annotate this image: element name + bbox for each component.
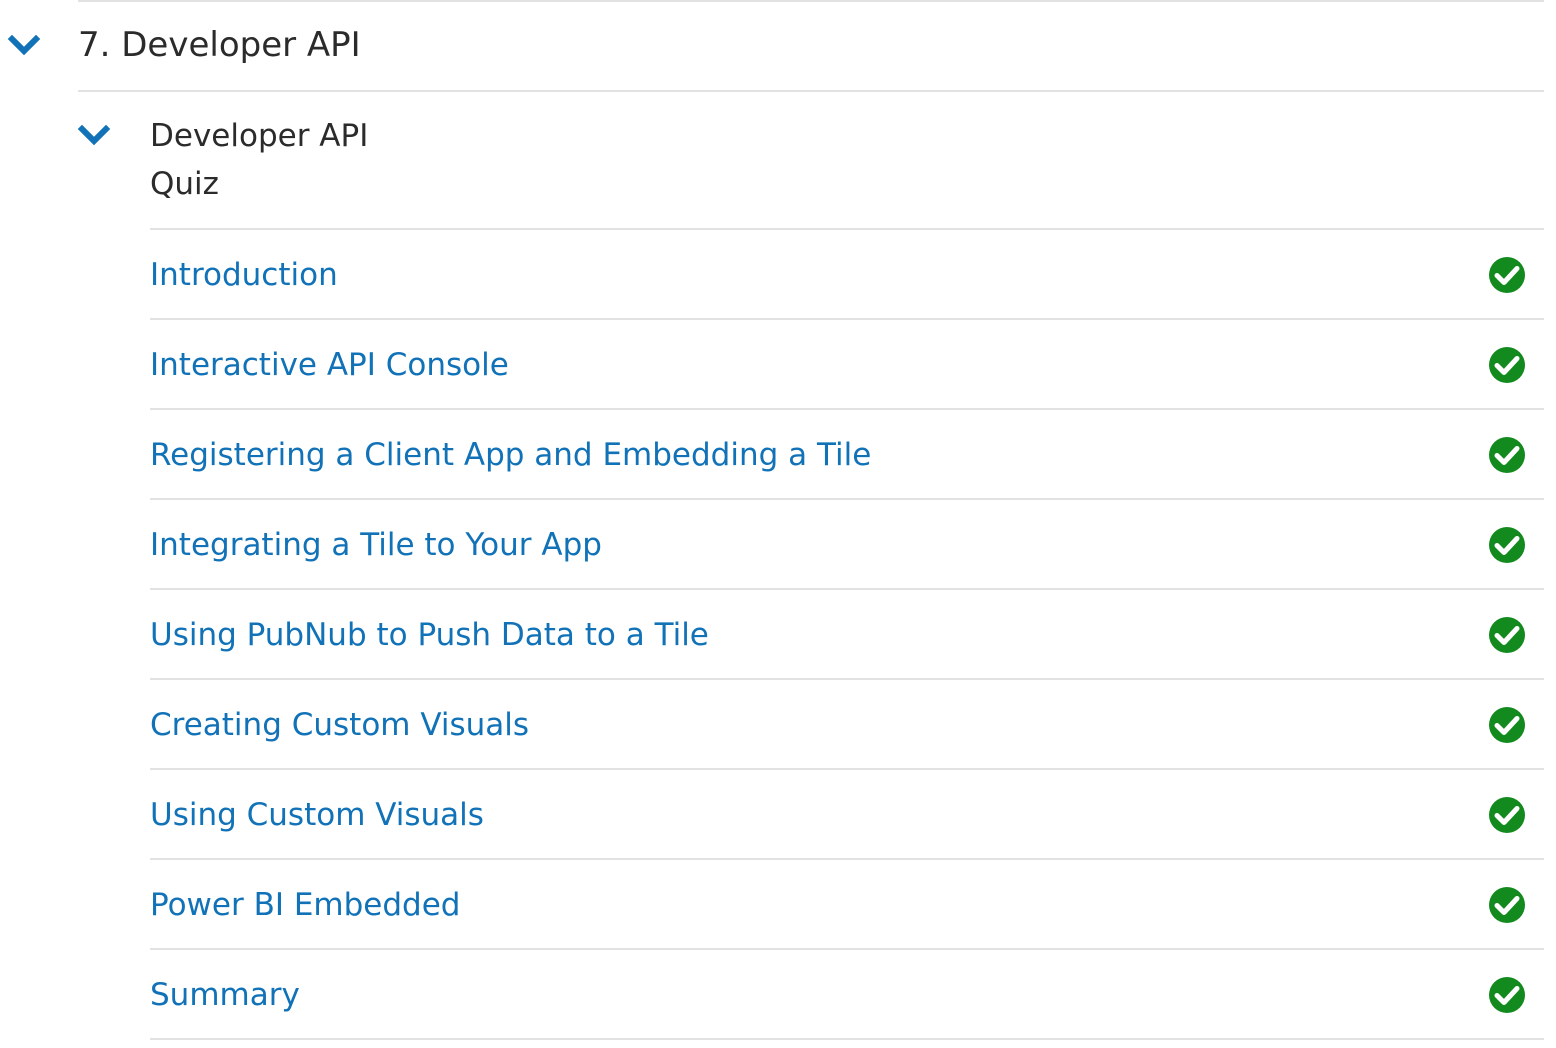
check-circle-icon (1489, 527, 1525, 563)
lesson-link-summary[interactable]: Summary (150, 975, 300, 1015)
lesson-item[interactable]: Summary (150, 948, 1544, 1040)
check-circle-icon (1489, 617, 1525, 653)
lesson-item[interactable]: Introduction (150, 228, 1544, 318)
check-circle-icon (1489, 257, 1525, 293)
lesson-link-interactive-api-console[interactable]: Interactive API Console (150, 345, 509, 385)
check-circle-icon (1489, 707, 1525, 743)
lesson-link-using-pubnub[interactable]: Using PubNub to Push Data to a Tile (150, 615, 709, 655)
lesson-link-power-bi-embedded[interactable]: Power BI Embedded (150, 885, 460, 925)
section-title[interactable]: 7. Developer API (78, 22, 361, 68)
check-circle-icon (1489, 347, 1525, 383)
check-circle-icon (1489, 437, 1525, 473)
lesson-item[interactable]: Interactive API Console (150, 318, 1544, 408)
chevron-down-icon[interactable] (78, 124, 110, 146)
lesson-item[interactable]: Registering a Client App and Embedding a… (150, 408, 1544, 498)
lesson-list: Introduction Interactive API Console Reg… (150, 228, 1544, 1040)
lesson-link-introduction[interactable]: Introduction (150, 255, 338, 295)
lesson-link-creating-custom-visuals[interactable]: Creating Custom Visuals (150, 705, 529, 745)
check-circle-icon (1489, 797, 1525, 833)
lesson-link-registering-client-app[interactable]: Registering a Client App and Embedding a… (150, 435, 871, 475)
module-header[interactable]: Developer API Quiz (78, 92, 1544, 228)
lesson-item[interactable]: Power BI Embedded (150, 858, 1544, 948)
chevron-down-icon[interactable] (8, 34, 40, 56)
lesson-link-using-custom-visuals[interactable]: Using Custom Visuals (150, 795, 484, 835)
lesson-link-integrating-tile[interactable]: Integrating a Tile to Your App (150, 525, 602, 565)
module-subtitle: Quiz (150, 166, 219, 202)
lesson-item[interactable]: Using Custom Visuals (150, 768, 1544, 858)
lesson-item[interactable]: Using PubNub to Push Data to a Tile (150, 588, 1544, 678)
section-header[interactable]: 7. Developer API (0, 0, 1544, 90)
lesson-item[interactable]: Integrating a Tile to Your App (150, 498, 1544, 588)
lesson-item[interactable]: Creating Custom Visuals (150, 678, 1544, 768)
check-circle-icon (1489, 977, 1525, 1013)
module-title[interactable]: Developer API (150, 112, 368, 160)
check-circle-icon (1489, 887, 1525, 923)
